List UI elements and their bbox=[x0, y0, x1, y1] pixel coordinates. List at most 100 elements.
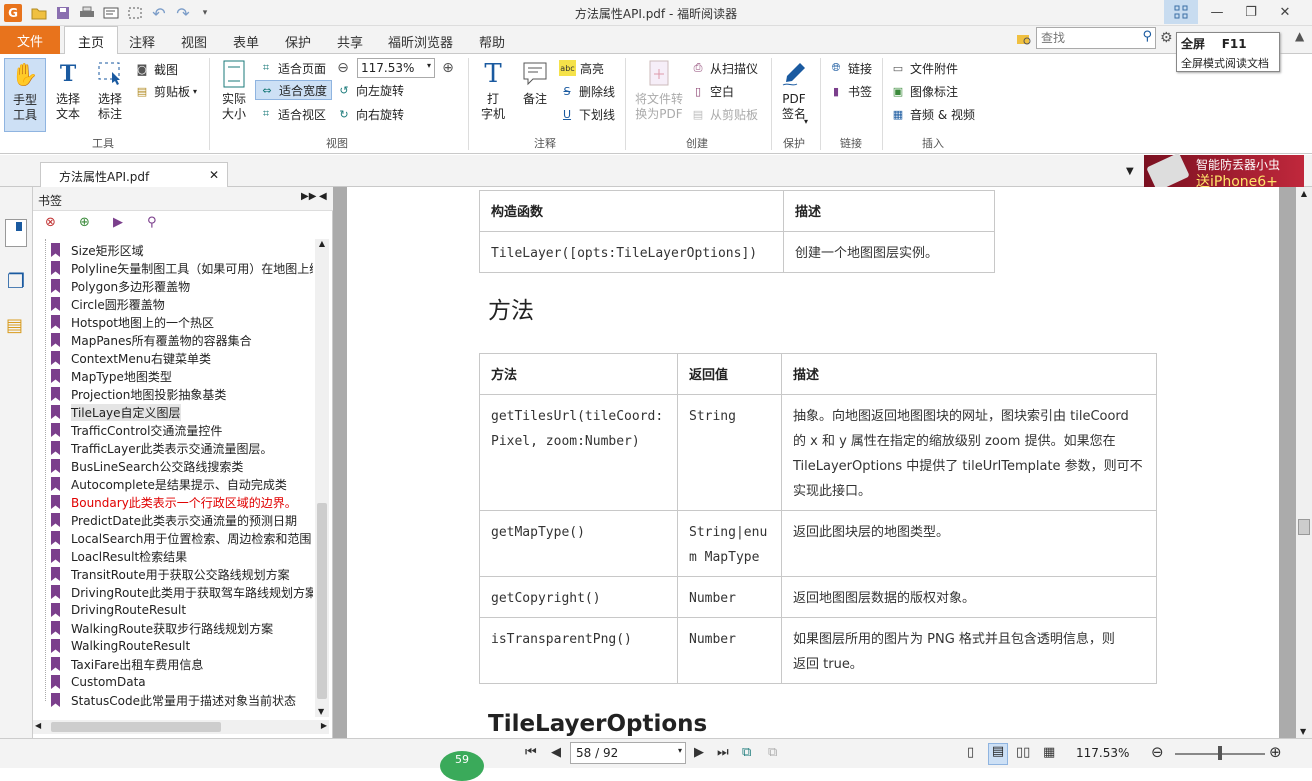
bookmark-item[interactable]: Polyline矢量制图工具（如果可用）在地图上绘 bbox=[51, 259, 313, 277]
bookmark-item[interactable]: Polygon多边形覆盖物 bbox=[51, 277, 313, 295]
pdf-sign-dropdown-icon[interactable]: ▾ bbox=[804, 117, 808, 126]
document-vertical-scrollbar[interactable]: ▲ ▼ bbox=[1296, 187, 1312, 738]
tab-list-dropdown-icon[interactable]: ▼ bbox=[1126, 166, 1134, 177]
previous-page-button[interactable]: ◀ bbox=[551, 745, 561, 760]
underline-button[interactable]: U 下划线 bbox=[559, 104, 615, 124]
bookmark-item[interactable]: LocalSearch用于位置检索、周边检索和范围 bbox=[51, 529, 313, 547]
bookmark-button[interactable]: ▮ 书签 bbox=[828, 81, 872, 101]
document-view[interactable]: 构造函数 描述 TileLayer([opts:TileLayerOptions… bbox=[333, 187, 1312, 738]
bookmarks-vertical-scrollbar[interactable]: ▲ ▼ bbox=[315, 239, 329, 717]
bookmark-item[interactable]: TaxiFare出租车费用信息 bbox=[51, 655, 313, 673]
bookmark-item[interactable]: Autocomplete是结果提示、自动完成类 bbox=[51, 475, 313, 493]
delete-bookmark-icon[interactable]: ⊗ bbox=[45, 215, 56, 230]
fit-width-button[interactable]: ⇔ 适合宽度 bbox=[255, 80, 333, 100]
bookmark-move-icon[interactable]: ▶ bbox=[113, 215, 123, 230]
doc-scroll-thumb[interactable] bbox=[1298, 519, 1310, 535]
document-tab[interactable]: 方法属性API.pdf ✕ bbox=[40, 162, 228, 188]
note-button[interactable]: 备注 bbox=[516, 58, 554, 109]
tab-foxit-browser[interactable]: 福昕浏览器 bbox=[388, 32, 453, 51]
minimize-button[interactable]: — bbox=[1200, 0, 1234, 24]
tab-view[interactable]: 视图 bbox=[181, 32, 207, 51]
close-tab-icon[interactable]: ✕ bbox=[209, 168, 219, 182]
bookmark-item[interactable]: DrivingRoute此类用于获取驾车路线规划方案 bbox=[51, 583, 313, 601]
pdf-sign-button[interactable]: PDF 签名 bbox=[776, 58, 812, 124]
image-annotation-button[interactable]: ▣ 图像标注 bbox=[890, 81, 958, 101]
doc-scroll-down-icon[interactable]: ▼ bbox=[1300, 727, 1306, 736]
bookmark-item[interactable]: MapType地图类型 bbox=[51, 367, 313, 385]
scroll-down-icon[interactable]: ▼ bbox=[318, 707, 324, 716]
status-zoom-in-icon[interactable]: ⊕ bbox=[1269, 743, 1282, 761]
bookmarks-panel-icon[interactable] bbox=[5, 219, 27, 247]
zoom-in-button[interactable]: ⊕ bbox=[440, 58, 460, 78]
next-view-icon[interactable]: ⧉ bbox=[768, 745, 777, 760]
facing-pages-icon[interactable]: ▯▯ bbox=[1016, 745, 1030, 760]
fit-page-button[interactable]: ⌗ 适合页面 bbox=[258, 58, 326, 78]
scroll-left-icon[interactable]: ◀ bbox=[35, 721, 41, 730]
bookmark-item[interactable]: TrafficControl交通流量控件 bbox=[51, 421, 313, 439]
bookmark-item[interactable]: Hotspot地图上的一个热区 bbox=[51, 313, 313, 331]
bookmark-item[interactable]: TrafficLayer此类表示交通流量图层。 bbox=[51, 439, 313, 457]
ad-banner[interactable]: 智能防丢器小虫 送iPhone6+ bbox=[1144, 152, 1304, 192]
pages-panel-icon[interactable]: ❐ bbox=[7, 269, 25, 293]
bookmark-item[interactable]: Projection地图投影抽象基类 bbox=[51, 385, 313, 403]
convert-to-pdf-button[interactable]: 将文件转 换为PDF bbox=[632, 58, 686, 124]
from-scanner-button[interactable]: ⎙ 从扫描仪 bbox=[690, 58, 758, 78]
select-annotation-button[interactable]: 选择 标注 bbox=[92, 58, 128, 124]
search-input[interactable] bbox=[1041, 29, 1137, 47]
bookmark-item[interactable]: Boundary此类表示一个行政区域的边界。 bbox=[51, 493, 313, 511]
clipboard-button[interactable]: ▤ 剪贴板 ▾ bbox=[134, 81, 197, 101]
settings-gear-icon[interactable]: ⚙ bbox=[1160, 30, 1173, 46]
last-page-button[interactable]: ⏭ bbox=[717, 745, 729, 760]
bookmark-item[interactable]: CustomData bbox=[51, 673, 313, 691]
ribbon-collapse-icon[interactable]: ▲ bbox=[1295, 29, 1304, 43]
typewriter-button[interactable]: T 打 字机 bbox=[474, 58, 512, 124]
hand-tool-button[interactable]: ✋ 手型 工具 bbox=[4, 58, 46, 132]
search-folder-icon[interactable] bbox=[1016, 31, 1032, 47]
search-icon[interactable]: ⚲ bbox=[1142, 29, 1152, 44]
tab-file[interactable]: 文件 bbox=[0, 26, 60, 54]
tab-comment[interactable]: 注释 bbox=[129, 32, 155, 51]
first-page-button[interactable]: ⏮ bbox=[525, 745, 537, 760]
comments-panel-icon[interactable]: ▤ bbox=[6, 315, 23, 336]
collapse-panel-icon[interactable]: ◀ bbox=[319, 191, 327, 202]
bookmark-item[interactable]: Size矩形区域 bbox=[51, 241, 313, 259]
blank-button[interactable]: ▯ 空白 bbox=[690, 81, 734, 101]
link-button[interactable]: 🌐︎ 链接 bbox=[828, 58, 872, 78]
bookmark-item[interactable]: WalkingRouteResult bbox=[51, 637, 313, 655]
rotate-right-button[interactable]: ↻ 向右旋转 bbox=[336, 104, 404, 124]
tab-help[interactable]: 帮助 bbox=[479, 32, 505, 51]
single-page-icon[interactable]: ▯ bbox=[967, 745, 974, 760]
bookmarks-horizontal-scrollbar[interactable]: ◀ ▶ bbox=[33, 720, 329, 734]
select-text-button[interactable]: T 选择 文本 bbox=[50, 58, 86, 124]
close-button[interactable]: ✕ bbox=[1268, 0, 1302, 24]
bookmark-item[interactable]: DrivingRouteResult bbox=[51, 601, 313, 619]
page-number-field[interactable]: 58 / 92 ▾ bbox=[570, 742, 686, 764]
expand-panel-icon[interactable]: ▶▶ bbox=[301, 191, 316, 202]
snapshot-button[interactable]: ◙ 截图 bbox=[134, 59, 178, 79]
next-page-button[interactable]: ▶ bbox=[694, 745, 704, 760]
bookmark-item[interactable]: BusLineSearch公交路线搜索类 bbox=[51, 457, 313, 475]
bookmark-item[interactable]: MapPanes所有覆盖物的容器集合 bbox=[51, 331, 313, 349]
add-bookmark-icon[interactable]: ⊕ bbox=[79, 215, 90, 230]
page-dropdown-icon[interactable]: ▾ bbox=[678, 746, 682, 755]
zoom-slider-thumb[interactable] bbox=[1218, 746, 1222, 760]
scroll-right-icon[interactable]: ▶ bbox=[321, 721, 327, 730]
status-zoom-out-icon[interactable]: ⊖ bbox=[1151, 743, 1164, 761]
bookmark-item[interactable]: TransitRoute用于获取公交路线规划方案 bbox=[51, 565, 313, 583]
zoom-out-button[interactable]: ⊖ bbox=[335, 58, 355, 78]
search-box[interactable]: ⚲ bbox=[1036, 27, 1156, 49]
previous-view-icon[interactable]: ⧉ bbox=[742, 745, 751, 760]
continuous-page-icon[interactable]: ▤ bbox=[988, 743, 1008, 765]
restore-button[interactable]: ❐ bbox=[1234, 0, 1268, 24]
zoom-select[interactable]: 117.53% ▾ bbox=[357, 58, 435, 78]
continuous-facing-icon[interactable]: ▦ bbox=[1043, 745, 1055, 760]
audio-video-button[interactable]: ▦ 音频 & 视频 bbox=[890, 104, 975, 124]
bookmark-item[interactable]: StatusCode此常量用于描述对象当前状态 bbox=[51, 691, 313, 709]
fullscreen-button[interactable] bbox=[1164, 0, 1198, 24]
tab-form[interactable]: 表单 bbox=[233, 32, 259, 51]
bookmark-item[interactable]: WalkingRoute获取步行路线规划方案 bbox=[51, 619, 313, 637]
bookmark-item[interactable]: PredictDate此类表示交通流量的预测日期 bbox=[51, 511, 313, 529]
bookmark-item[interactable]: Circle圆形覆盖物 bbox=[51, 295, 313, 313]
tab-protect[interactable]: 保护 bbox=[285, 32, 311, 51]
bookmark-item[interactable]: TileLaye自定义图层 bbox=[51, 403, 313, 421]
